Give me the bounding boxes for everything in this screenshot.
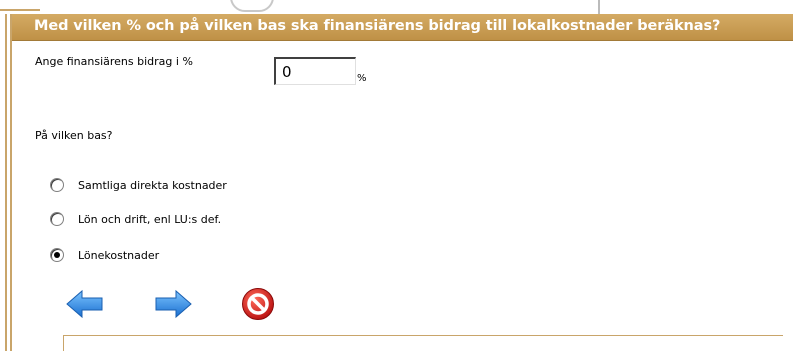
page: Med vilken % och på vilken bas ska finan… [0, 0, 793, 351]
cancel-icon [242, 288, 274, 320]
radio-button[interactable] [50, 212, 64, 226]
dialog-title-bar: Med vilken % och på vilken bas ska finan… [12, 14, 793, 41]
contribution-percent-input[interactable] [274, 57, 356, 85]
arrow-right-icon [155, 289, 192, 319]
background-frame-left [5, 14, 7, 351]
radio-button[interactable] [50, 178, 64, 192]
percent-sign: % [357, 73, 367, 84]
radio-label: Lönekostnader [78, 249, 160, 262]
arrow-left-icon [66, 289, 103, 319]
forward-button[interactable] [154, 288, 192, 320]
bottom-panel [63, 335, 783, 351]
background-frame-line [0, 9, 40, 11]
background-frame-line [598, 0, 600, 14]
radio-label: Lön och drift, enl LU:s def. [78, 213, 222, 226]
dialog-title: Med vilken % och på vilken bas ska finan… [34, 18, 721, 34]
radio-label: Samtliga direkta kostnader [78, 179, 227, 192]
background-decoration [230, 0, 274, 12]
contribution-label: Ange finansiärens bidrag i % [35, 55, 193, 68]
basis-label: På vilken bas? [35, 129, 113, 142]
dialog: Med vilken % och på vilken bas ska finan… [10, 14, 793, 351]
back-button[interactable] [66, 288, 104, 320]
radio-button-selected[interactable] [50, 248, 64, 262]
cancel-button[interactable] [241, 287, 275, 321]
